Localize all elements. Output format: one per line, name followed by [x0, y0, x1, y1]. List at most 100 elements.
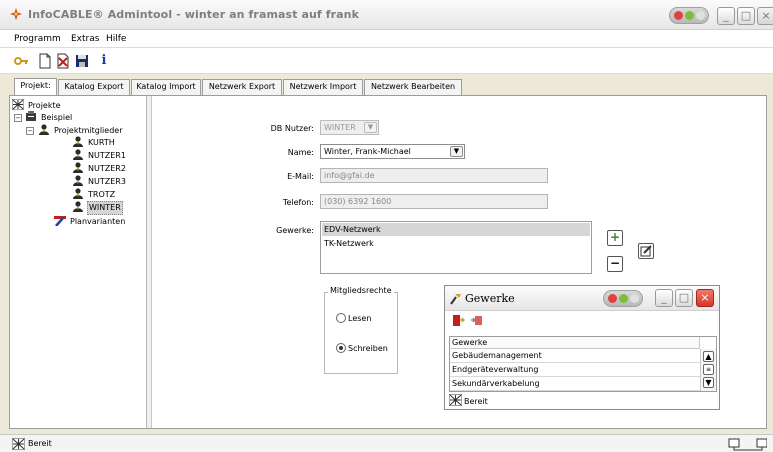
splitter-handle[interactable] [147, 96, 152, 428]
scroll-up-icon[interactable]: ▲ [703, 351, 714, 362]
gewerke-status-text: Bereit [464, 397, 488, 406]
tree-members-node[interactable]: Projektmitglieder [38, 124, 124, 136]
key-icon[interactable] [13, 53, 29, 69]
tree-member-label: NUTZER3 [88, 177, 126, 186]
tree-member-label: NUTZER1 [88, 151, 126, 160]
list-item[interactable]: EDV-Netzwerk [322, 223, 590, 236]
gewerke-title: Gewerke [465, 292, 515, 305]
table-row[interactable]: Sekundärverkabelung [450, 377, 700, 391]
user-icon [73, 201, 83, 212]
phone-label: Telefon: [282, 198, 314, 207]
tab-netzwerk-import[interactable]: Netzwerk Import [283, 79, 363, 95]
new-document-icon[interactable] [37, 53, 53, 69]
trades-label: Gewerke: [276, 226, 314, 235]
write-radio[interactable]: Schreiben [336, 343, 388, 355]
network-icon [448, 393, 463, 407]
title-bar: InfoCABLE® Admintool - winter an framast… [0, 0, 773, 30]
gewerke-status: Bereit [448, 393, 717, 408]
save-icon[interactable] [74, 53, 90, 69]
read-radio[interactable]: Lesen [336, 313, 371, 325]
import-icon[interactable] [469, 314, 483, 329]
expand-members-toggle[interactable]: − [26, 127, 34, 135]
status-text: Bereit [28, 439, 52, 448]
tree-member-nutzer3[interactable]: NUTZER3 [72, 175, 127, 187]
user-icon [73, 175, 83, 186]
remove-trade-button[interactable]: − [607, 256, 623, 272]
tab-strip: Projekt: Katalog Export Katalog Import N… [0, 78, 773, 95]
window-title: InfoCABLE® Admintool - winter an framast… [28, 8, 360, 21]
subwin-close-button[interactable]: × [696, 289, 714, 307]
scroll-thumb[interactable]: ≡ [703, 364, 714, 375]
name-select[interactable]: Winter, Frank-Michael ▼ [320, 144, 465, 159]
radio-circle [336, 343, 346, 353]
rights-group-title: Mitgliedsrechte [328, 286, 394, 295]
chevron-down-icon: ▼ [364, 122, 377, 133]
tree-root[interactable]: Projekte [12, 99, 62, 111]
tab-netzwerk-bearbeiten[interactable]: Netzwerk Bearbeiten [364, 79, 462, 95]
user-icon [73, 162, 83, 173]
name-value: Winter, Frank-Michael [324, 147, 411, 156]
tree-member-label: TROTZ [88, 190, 116, 199]
phone-field[interactable]: (030) 6392 1600 [320, 194, 548, 209]
db-user-label: DB Nutzer: [270, 124, 314, 133]
menu-hilfe[interactable]: Hilfe [106, 34, 126, 44]
minimize-button[interactable]: _ [717, 7, 735, 25]
toolbar: i [0, 48, 773, 74]
tab-katalog-export[interactable]: Katalog Export [58, 79, 130, 95]
email-label: E-Mail: [287, 172, 314, 181]
tree-project[interactable]: Beispiel [25, 111, 73, 123]
tree-variants-label: Planvarianten [70, 217, 126, 226]
exit-door-icon[interactable] [451, 314, 465, 329]
table-scrollbar[interactable]: ▲ ≡ ▼ [700, 349, 716, 391]
member-group-icon [39, 124, 49, 135]
tree-member-label: WINTER [87, 201, 123, 215]
tree-member-nutzer1[interactable]: NUTZER1 [72, 149, 127, 161]
maximize-button[interactable]: □ [737, 7, 755, 25]
menu-programm[interactable]: Programm [14, 34, 61, 44]
add-trade-button[interactable]: + [607, 230, 623, 246]
tree-member-nutzer2[interactable]: NUTZER2 [72, 162, 127, 174]
delete-document-icon[interactable] [55, 53, 71, 69]
name-label: Name: [287, 148, 314, 157]
tab-projekt[interactable]: Projekt: [14, 78, 57, 95]
subwin-maximize-button[interactable]: □ [675, 289, 693, 307]
rights-group: Mitgliedsrechte Lesen Schreiben [324, 286, 398, 374]
write-label: Schreiben [348, 344, 388, 353]
user-icon [73, 136, 83, 147]
table-row[interactable]: Gebäudemanagement [450, 349, 700, 363]
list-item[interactable]: TK-Netzwerk [322, 237, 590, 250]
close-button[interactable]: × [757, 7, 773, 25]
info-icon[interactable]: i [96, 53, 112, 69]
tree-variants-node[interactable]: Planvarianten [54, 215, 126, 227]
project-tree[interactable]: Projekte − Beispiel − Projektmitglieder … [10, 96, 147, 428]
scroll-down-icon[interactable]: ▼ [703, 377, 714, 388]
trades-list[interactable]: EDV-Netzwerk TK-Netzwerk [320, 221, 592, 274]
network-icon [12, 438, 25, 450]
gewerke-title-bar: Gewerke _ □ × [445, 286, 719, 311]
tree-member-winter[interactable]: WINTER [72, 201, 123, 215]
expand-beispiel-toggle[interactable]: − [14, 114, 22, 122]
subwin-minimize-button[interactable]: _ [655, 289, 673, 307]
edit-icon [640, 245, 652, 257]
radio-circle [336, 313, 346, 323]
theme-blob-icon [603, 290, 643, 307]
table-column-header[interactable]: Gewerke [450, 337, 700, 349]
table-row[interactable]: Endgeräteverwaltung [450, 363, 700, 377]
menu-extras[interactable]: Extras [71, 34, 99, 44]
email-field[interactable]: info@gfai.de [320, 168, 548, 183]
tree-member-trotz[interactable]: TROTZ [72, 188, 116, 200]
edit-trade-button[interactable] [638, 243, 654, 259]
tree-member-label: NUTZER2 [88, 164, 126, 173]
plan-variants-icon [54, 216, 66, 226]
chevron-down-icon: ▼ [450, 146, 463, 157]
tab-netzwerk-export[interactable]: Netzwerk Export [202, 79, 282, 95]
tree-member-label: KURTH [88, 138, 115, 147]
connection-icon [728, 438, 767, 451]
db-user-value: WINTER [324, 123, 356, 132]
tree-member-kurth[interactable]: KURTH [72, 136, 116, 148]
db-user-select[interactable]: WINTER ▼ [320, 120, 379, 135]
status-bar: Bereit [0, 434, 773, 452]
user-icon [73, 149, 83, 160]
trades-icon [450, 294, 461, 305]
tab-katalog-import[interactable]: Katalog Import [131, 79, 201, 95]
